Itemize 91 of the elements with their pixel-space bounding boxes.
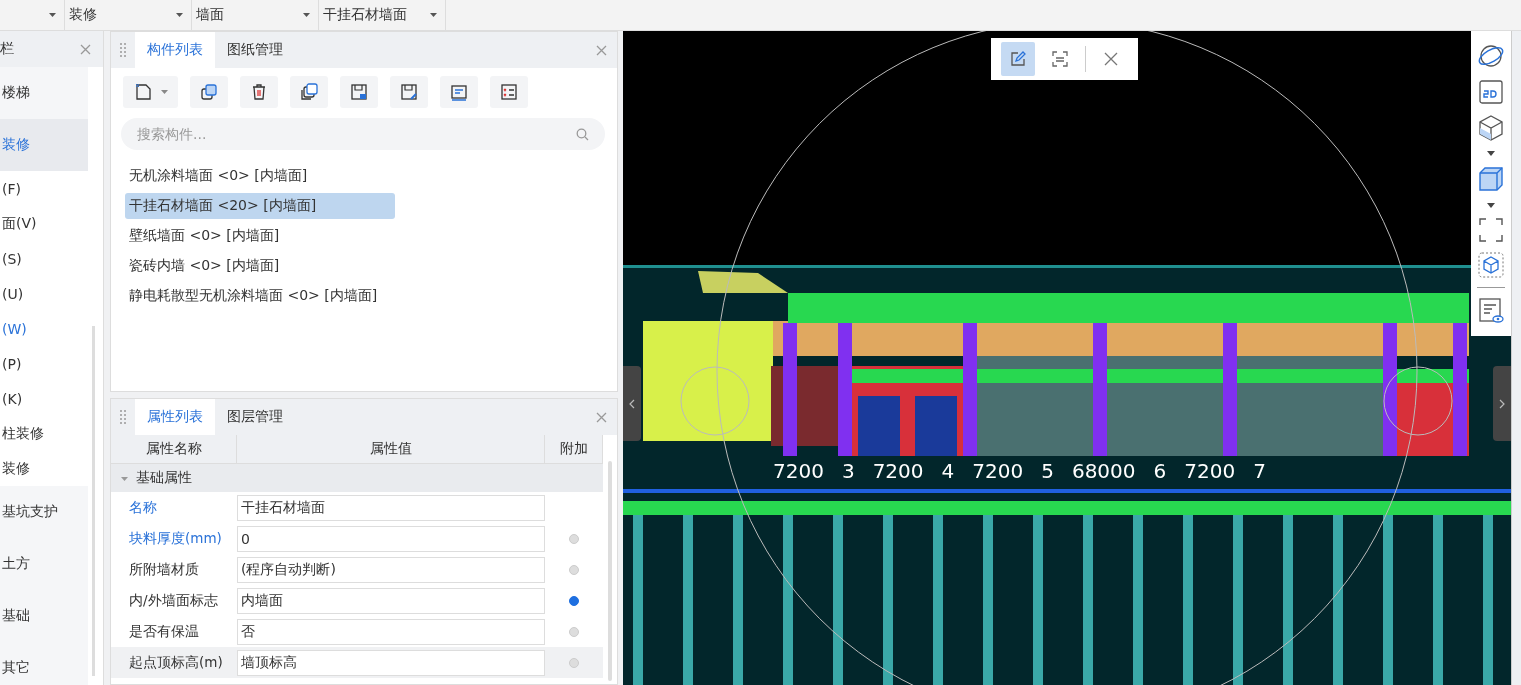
chevron-right-icon: [1499, 398, 1505, 409]
sidebar-item[interactable]: 基础: [0, 590, 88, 642]
dashed-cube-icon[interactable]: [1478, 251, 1504, 278]
axis-label: 7: [1253, 459, 1266, 483]
dropdown[interactable]: 干挂石材墙面: [319, 0, 446, 30]
edit-button[interactable]: [1001, 42, 1035, 76]
panel-tab[interactable]: 构件列表: [135, 32, 215, 68]
dropdown[interactable]: 装修: [65, 0, 192, 30]
component-list-item[interactable]: 壁纸墙面 <0> [内墙面]: [125, 223, 284, 249]
panel-tab[interactable]: 属性列表: [135, 399, 215, 435]
checklist-button[interactable]: [490, 76, 528, 108]
caret-icon: [430, 13, 437, 17]
column-header: 附加: [545, 435, 603, 463]
panel-tab[interactable]: 图纸管理: [215, 32, 295, 68]
drag-handle-icon[interactable]: [119, 409, 127, 425]
list-button[interactable]: [440, 76, 478, 108]
close-icon[interactable]: [596, 45, 607, 56]
caret-icon[interactable]: [1487, 202, 1495, 208]
column-header: 属性名称: [111, 435, 237, 463]
sidebar-item[interactable]: 楼梯: [0, 67, 88, 119]
search-icon[interactable]: [576, 128, 589, 141]
caret-icon: [176, 13, 183, 17]
sidebar-item[interactable]: 土方: [0, 538, 88, 590]
property-value-field[interactable]: 墙顶标高: [237, 649, 545, 676]
caret-icon: [49, 13, 56, 17]
axis-label: 6: [1153, 459, 1167, 483]
axis-label: 7200: [1184, 459, 1236, 483]
search-field[interactable]: 搜索构件...: [121, 118, 605, 150]
axis-label: 7200: [872, 459, 924, 483]
drag-handle-icon[interactable]: [119, 42, 127, 58]
property-name: 是否有保温: [128, 622, 200, 641]
panel-tab[interactable]: 图层管理: [215, 399, 295, 435]
delete-button[interactable]: [240, 76, 278, 108]
2d-view-icon[interactable]: [1478, 78, 1504, 105]
close-icon: [1104, 52, 1118, 66]
copy-to-layer-button[interactable]: [290, 76, 328, 108]
scan-icon: [1051, 50, 1069, 68]
close-icon[interactable]: [596, 412, 607, 423]
edit-icon: [1009, 50, 1027, 68]
3d-box-icon[interactable]: [1477, 113, 1505, 142]
property-value-field[interactable]: 干挂石材墙面: [237, 494, 545, 521]
caret-icon: [161, 90, 168, 94]
copy-button[interactable]: [190, 76, 228, 108]
sidebar-item[interactable]: 装修: [0, 119, 88, 171]
stacked-copy-icon: [299, 82, 319, 102]
save-button[interactable]: [340, 76, 378, 108]
save-icon: [349, 82, 369, 102]
fullscreen-icon[interactable]: [1478, 216, 1504, 243]
component-list-item[interactable]: 干挂石材墙面 <20> [内墙面]: [125, 193, 395, 219]
chevron-left-icon: [629, 398, 635, 409]
component-list-item[interactable]: 瓷砖内墙 <0> [内墙面]: [125, 253, 284, 279]
property-name: 名称: [128, 498, 158, 517]
property-value-field[interactable]: 内墙面: [237, 587, 545, 614]
new-file-icon: [133, 82, 153, 102]
model-viewport[interactable]: 7200 3 7200 4 7200 5 68000 6 7200 7: [623, 31, 1511, 685]
group-row[interactable]: 基础属性: [111, 464, 603, 492]
axis-label: 4: [941, 459, 955, 483]
component-list-item[interactable]: 无机涂料墙面 <0> [内墙面]: [125, 163, 312, 189]
dropdown[interactable]: 墙面: [192, 0, 319, 30]
checklist-icon: [499, 82, 519, 102]
view-list-icon[interactable]: [1477, 297, 1505, 326]
column-header: 属性值: [237, 435, 545, 463]
edit-icon: [399, 82, 419, 102]
edit-button[interactable]: [390, 76, 428, 108]
copy-icon: [199, 82, 219, 102]
axis-label: 7200: [972, 459, 1024, 483]
sidebar-title: 栏: [0, 40, 14, 58]
sidebar-item[interactable]: 基坑支护: [0, 486, 88, 538]
property-name: 所附墙材质: [128, 560, 200, 579]
caret-icon: [303, 13, 310, 17]
property-value-field[interactable]: (程序自动判断): [237, 556, 545, 583]
attach-radio[interactable]: [569, 595, 579, 606]
axis-label: 5: [1041, 459, 1054, 483]
navigation-circle[interactable]: [1383, 366, 1453, 436]
new-component-button[interactable]: [123, 76, 178, 108]
property-name: 起点顶标高(m): [128, 653, 224, 672]
component-list-item[interactable]: 静电耗散型无机涂料墙面 <0> [内墙面]: [125, 283, 382, 309]
axis-label: 68000: [1071, 459, 1136, 483]
group-label: 基础属性: [136, 469, 192, 487]
cube-icon[interactable]: [1477, 165, 1505, 194]
document-icon: [449, 82, 469, 102]
axis-label: 3: [841, 459, 855, 483]
collapse-caret-icon: [121, 474, 128, 482]
caret-icon[interactable]: [1487, 151, 1495, 157]
property-name: 内/外墙面标志: [128, 591, 219, 610]
close-icon[interactable]: [80, 43, 91, 55]
sidebar-item[interactable]: 其它: [0, 642, 88, 685]
property-value-field[interactable]: 否: [237, 618, 545, 645]
axis-label: 7200: [773, 459, 824, 483]
property-value-field[interactable]: 0: [237, 525, 545, 552]
property-name: 块料厚度(mm): [128, 529, 223, 548]
